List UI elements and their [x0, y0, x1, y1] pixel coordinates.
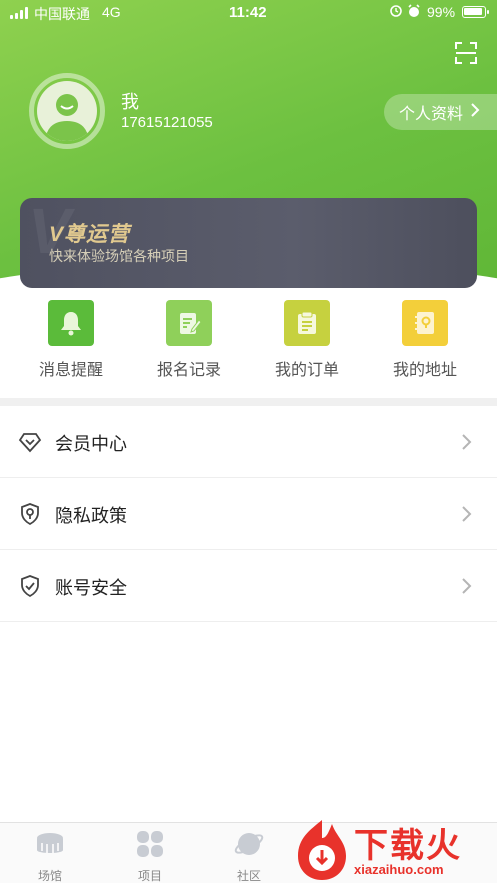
chevron-right-icon — [460, 433, 472, 451]
menu-item-privacy[interactable]: 隐私政策 — [0, 478, 497, 550]
tab-label: 项目 — [137, 869, 162, 883]
quick-actions: 消息提醒 报名记录 我的订单 我的地址 — [0, 300, 497, 398]
battery-percent: 99% — [427, 4, 456, 20]
edit-note-icon — [166, 300, 212, 346]
clock: 11:42 — [229, 4, 267, 21]
quick-action-label: 我的订单 — [274, 362, 339, 379]
battery-icon — [462, 6, 489, 18]
stadium-icon — [35, 829, 65, 859]
quick-action-registrations[interactable]: 报名记录 — [141, 300, 237, 380]
location-shield-icon — [18, 502, 42, 526]
chevron-right-icon — [471, 102, 480, 122]
avatar[interactable] — [29, 73, 105, 149]
quick-action-address[interactable]: 我的地址 — [377, 300, 473, 380]
quick-action-label: 报名记录 — [156, 362, 221, 379]
section-divider — [0, 398, 497, 406]
clipboard-icon — [284, 300, 330, 346]
carrier-name: 中国联通 — [34, 6, 90, 22]
tab-label: 社区 — [236, 869, 261, 883]
status-bar: 中国联通 4G 11:42 99% — [0, 0, 497, 26]
planet-icon — [234, 829, 264, 859]
chevron-right-icon — [460, 505, 472, 523]
tab-venues[interactable]: 场馆 — [20, 829, 80, 883]
quick-action-messages[interactable]: 消息提醒 — [23, 300, 119, 380]
alarm-icon — [390, 4, 422, 21]
quick-action-label: 我的地址 — [392, 362, 457, 379]
menu-item-membership[interactable]: 会员中心 — [0, 406, 497, 478]
watermark-logo: 下载火 xiazaihuo.com — [292, 816, 497, 883]
quick-action-label: 消息提醒 — [38, 362, 103, 379]
tab-community[interactable]: 社区 — [219, 829, 279, 883]
menu-item-label: 隐私政策 — [55, 506, 127, 526]
network-type: 4G — [102, 4, 121, 20]
menu-item-label: 会员中心 — [55, 434, 127, 454]
personal-info-button[interactable]: 个人资料 — [384, 94, 497, 130]
grid-icon — [135, 829, 165, 859]
vip-card[interactable]: V V尊运营 快来体验场馆各种项目 — [20, 198, 477, 288]
bell-icon — [48, 300, 94, 346]
user-name: 我 — [121, 92, 139, 112]
tab-projects[interactable]: 项目 — [120, 829, 180, 883]
chevron-right-icon — [460, 577, 472, 595]
watermark-url: xiazaihuo.com — [354, 862, 444, 877]
settings-menu: 会员中心 隐私政策 账号安全 — [0, 406, 497, 622]
menu-item-account-security[interactable]: 账号安全 — [0, 550, 497, 622]
shield-check-icon — [18, 574, 42, 598]
watermark-text: 下载火 — [354, 827, 462, 865]
vip-title: V尊运营 — [49, 223, 131, 246]
address-book-icon — [402, 300, 448, 346]
user-avatar-icon — [37, 81, 97, 141]
vip-subtitle: 快来体验场馆各种项目 — [49, 248, 189, 264]
tab-label: 场馆 — [37, 869, 62, 883]
user-phone: 17615121055 — [121, 114, 213, 131]
personal-info-label: 个人资料 — [399, 106, 464, 123]
menu-item-label: 账号安全 — [55, 578, 127, 598]
scan-icon[interactable] — [455, 42, 477, 64]
signal-icon — [10, 7, 28, 19]
quick-action-orders[interactable]: 我的订单 — [259, 300, 355, 380]
diamond-icon — [18, 430, 42, 454]
